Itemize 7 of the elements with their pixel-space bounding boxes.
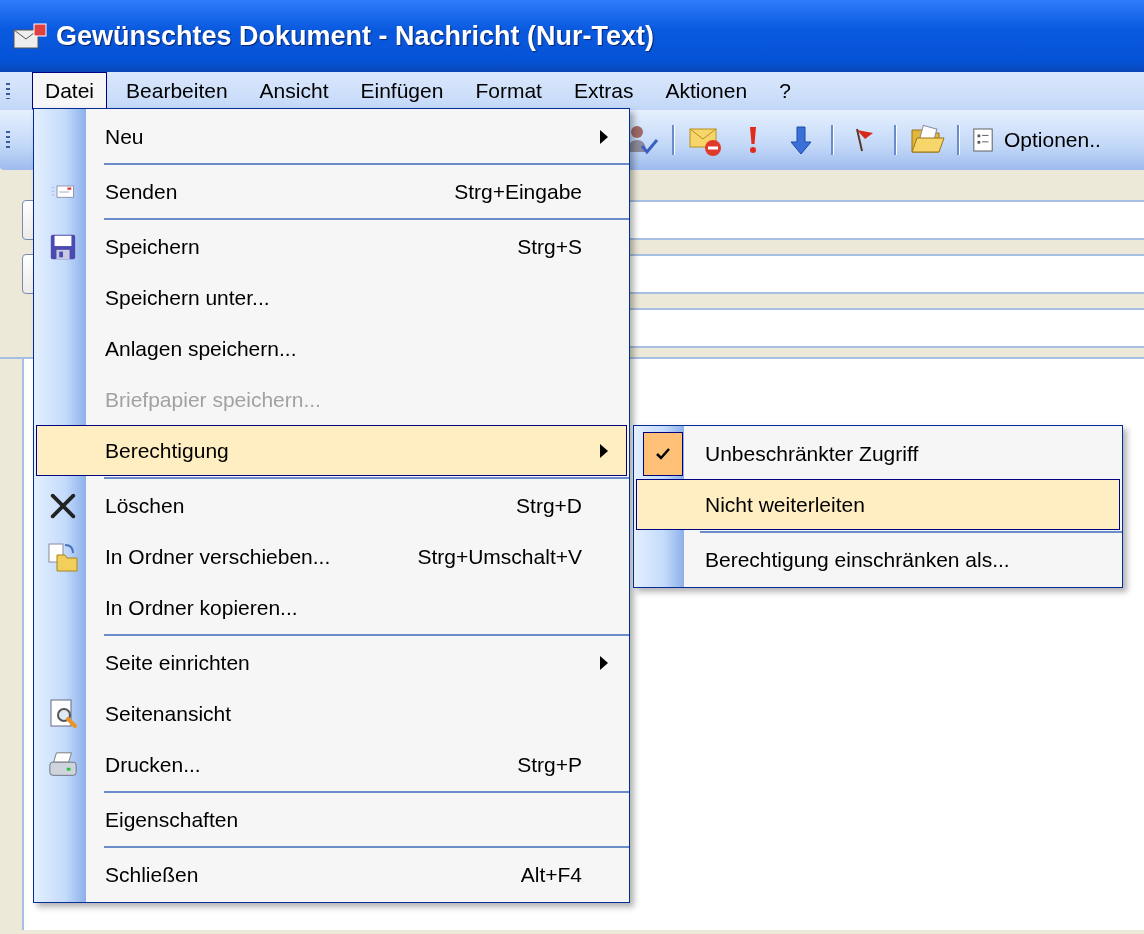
shortcut-label: Strg+Umschalt+V <box>417 544 582 568</box>
window-title: Gewünschtes Dokument - Nachricht (Nur-Text) <box>56 20 655 52</box>
shortcut-label: Strg+P <box>517 752 582 776</box>
shortcut-label: Strg+Eingabe <box>454 179 582 203</box>
shortcut-label: Strg+D <box>516 493 582 517</box>
shortcut-label: Strg+S <box>517 234 582 258</box>
shortcut-label: Alt+F4 <box>520 862 582 886</box>
